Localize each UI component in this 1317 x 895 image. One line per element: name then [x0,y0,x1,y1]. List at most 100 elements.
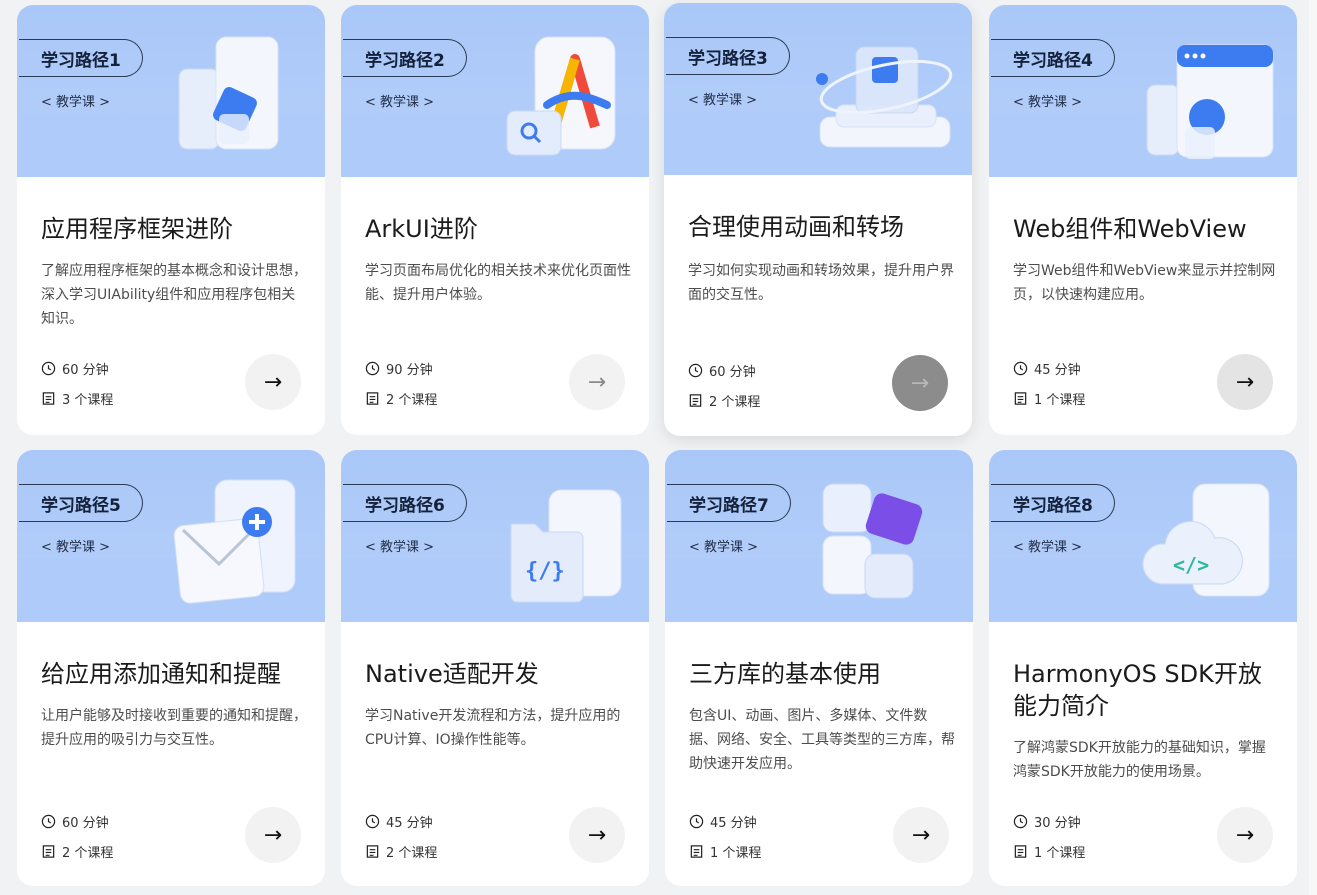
learning-path-card-5[interactable]: 学习路径5 < 教学课 > 给应用添加通知和提醒 让用户能够及时接收到重要的通知… [17,450,325,886]
course-type-label: < 教学课 > [365,95,435,110]
clock-icon [41,361,56,375]
page-scrollbar-track[interactable] [1309,0,1317,895]
learning-path-card-2[interactable]: 学习路径2 < 教学课 > ArkUI进阶 学习页面布局优化的相关技术来优化页面… [341,5,649,435]
open-path-button[interactable]: → [569,354,625,410]
course-count-row: 2 个课程 [365,841,437,861]
learning-path-card-1[interactable]: 学习路径1 < 教学课 > 应用程序框架进阶 了解应用程序框架的基本概念和设计思… [17,5,325,435]
duration-text: 45 分钟 [1034,362,1081,378]
duration-row: 45 分钟 [1013,358,1081,378]
layered-doc-cube-icon [178,36,279,150]
duration-text: 60 分钟 [62,815,109,831]
card-description: 学习如何实现动画和转场效果，提升用户界面的交互性。 [688,263,954,303]
card-banner: 学习路径1 < 教学课 > [17,5,325,177]
arrow-right-icon: → [910,370,930,396]
learning-path-card-6[interactable]: 学习路径6 < 教学课 > {/} Native适配开发 学习Native开发流… [341,450,649,886]
course-type-label: < 教学课 > [1013,540,1083,555]
course-count-row: 2 个课程 [365,388,437,408]
open-path-button[interactable]: → [245,807,301,863]
duration-row: 45 分钟 [689,811,757,831]
clock-icon [689,814,704,828]
document-list-icon [42,844,55,858]
open-path-button[interactable]: → [892,355,948,411]
card-description: 学习页面布局优化的相关技术来优化页面性能、提升用户体验。 [365,263,631,303]
document-list-icon [42,391,55,405]
clock-icon [1013,361,1028,375]
arrow-right-icon: → [263,369,283,395]
open-path-button[interactable]: → [245,354,301,410]
course-type-label: < 教学课 > [41,95,111,110]
learning-path-card-7[interactable]: 学习路径7 < 教学课 > 三方库的基本使用 包含UI、动画、图片、多媒体、文件… [665,450,973,886]
document-list-icon [366,391,379,405]
card-title: Web组件和WebView [1013,215,1247,243]
open-path-button[interactable]: → [1217,354,1273,410]
card-banner: 学习路径2 < 教学课 > [341,5,649,177]
card-description: 了解鸿蒙SDK开放能力的基础知识，掌握鸿蒙SDK开放能力的使用场景。 [1013,740,1266,780]
card-description: 学习Native开发流程和方法，提升应用的CPU计算、IO操作性能等。 [365,708,621,748]
card-title: Native适配开发 [365,660,539,688]
card-description: 让用户能够及时接收到重要的通知和提醒，提升应用的吸引力与交互性。 [41,708,307,748]
mail-plus-icon [173,479,296,604]
course-count-text: 3 个课程 [62,392,114,408]
document-list-icon [690,844,703,858]
card-banner: 学习路径7 < 教学课 > [665,450,973,622]
cloud-code-icon: </> [1142,483,1270,597]
card-title: 应用程序框架进阶 [41,215,233,243]
card-banner: 学习路径6 < 教学课 > {/} [341,450,649,622]
open-path-button[interactable]: → [893,807,949,863]
card-description: 了解应用程序框架的基本概念和设计思想，深入学习UIAbility组件和应用程序包… [41,263,307,327]
path-tag: 学习路径6 [343,484,467,522]
course-count-text: 1 个课程 [710,845,762,861]
duration-text: 30 分钟 [1034,815,1081,831]
stacked-blocks-icon [822,483,923,599]
duration-text: 60 分钟 [709,364,756,380]
clock-icon [688,363,703,377]
course-type-label: < 教学课 > [365,540,435,555]
clock-icon [365,814,380,828]
svg-text:</>: </> [1173,553,1209,577]
open-path-button[interactable]: → [569,807,625,863]
arrow-right-icon: → [1235,369,1255,395]
learning-path-card-8[interactable]: 学习路径8 < 教学课 > </> HarmonyOS SDK开放能力简介 了解… [989,450,1297,886]
svg-text:{/}: {/} [525,559,565,584]
path-tag: 学习路径5 [19,484,143,522]
card-title: ArkUI进阶 [365,215,478,243]
browser-window-icon [1146,44,1274,159]
path-tag: 学习路径1 [19,39,143,77]
course-count-row: 1 个课程 [1013,388,1085,408]
duration-row: 90 分钟 [365,358,433,378]
duration-text: 45 分钟 [710,815,757,831]
learning-path-card-4[interactable]: 学习路径4 < 教学课 > Web组件和WebView 学习Web组件和WebV… [989,5,1297,435]
course-count-text: 1 个课程 [1034,392,1086,408]
code-folder-icon: {/} [510,489,622,603]
path-tag: 学习路径8 [991,484,1115,522]
course-count-row: 2 个课程 [688,390,760,410]
duration-row: 60 分钟 [41,811,109,831]
course-count-row: 2 个课程 [41,841,113,861]
document-list-icon [1014,844,1027,858]
card-title: HarmonyOS SDK开放能力简介 [1013,660,1262,720]
orbit-cube-icon [816,46,953,148]
path-tag: 学习路径4 [991,39,1115,77]
duration-row: 30 分钟 [1013,811,1081,831]
clock-icon [1013,814,1028,828]
open-path-button[interactable]: → [1217,807,1273,863]
card-description: 学习Web组件和WebView来显示并控制网页，以快速构建应用。 [1013,263,1276,303]
document-list-icon [689,393,702,407]
duration-text: 45 分钟 [386,815,433,831]
duration-row: 60 分钟 [41,358,109,378]
course-count-text: 2 个课程 [709,394,761,410]
card-description: 包含UI、动画、图片、多媒体、文件数据、网络、安全、工具等类型的三方库，帮助快速… [689,708,955,772]
course-count-row: 1 个课程 [689,841,761,861]
path-tag: 学习路径2 [343,39,467,77]
path-tag: 学习路径3 [666,37,790,75]
arrow-right-icon: → [263,822,283,848]
document-list-icon [366,844,379,858]
arrow-right-icon: → [587,369,607,395]
learning-path-card-3[interactable]: 学习路径3 < 教学课 > 合理使用动画和转场 学习如何实现动画和转场效果，提升… [664,3,972,436]
path-tag: 学习路径7 [667,484,791,522]
arkui-logo-icon [506,36,616,156]
card-title: 三方库的基本使用 [689,660,881,688]
duration-row: 60 分钟 [688,360,756,380]
course-count-text: 2 个课程 [386,392,438,408]
card-banner: 学习路径5 < 教学课 > [17,450,325,622]
